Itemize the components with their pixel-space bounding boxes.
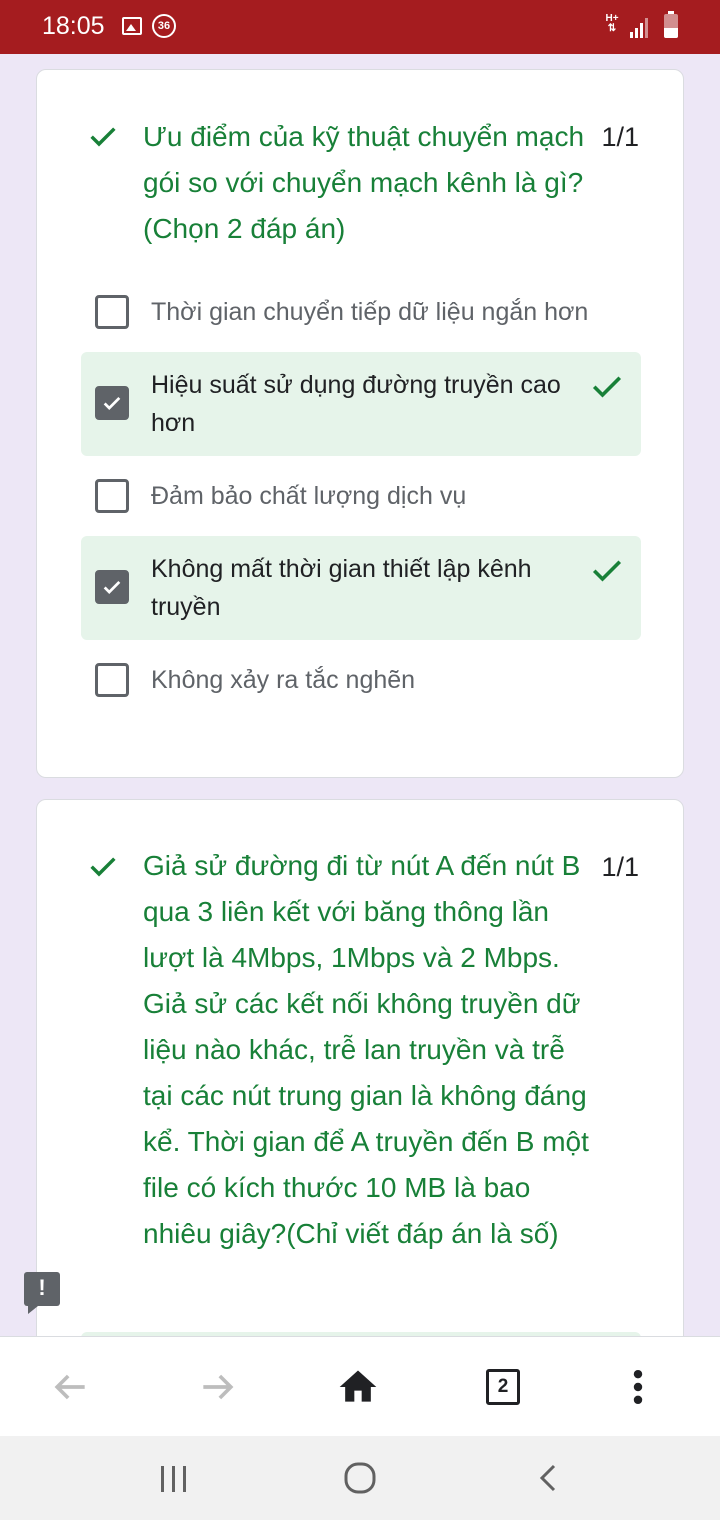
system-navigation-bar [0,1436,720,1520]
signal-icon [630,16,650,38]
home-circle-icon[interactable] [342,1460,378,1496]
answer-option-correct[interactable]: Không mất thời gian thiết lập kênh truyề… [81,536,641,640]
question-title: Ưu điểm của kỹ thuật chuyển mạch gói so … [143,121,585,244]
check-icon [90,127,116,147]
browser-toolbar: 2 [0,1336,720,1436]
checkbox[interactable] [95,663,129,697]
option-label: Đảm bảo chất lượng dịch vụ [151,482,467,510]
checkmark-icon [103,580,121,594]
question-card-1: Ưu điểm của kỹ thuật chuyển mạch gói so … [36,69,684,778]
recent-apps-icon[interactable] [156,1464,192,1494]
check-icon [90,857,116,877]
answer-option[interactable]: Không xảy ra tắc nghẽn [81,658,641,702]
checkbox[interactable] [95,479,129,513]
system-back-icon[interactable] [534,1462,564,1494]
question-score: 1/1 [601,122,639,152]
question-score: 1/1 [601,852,639,882]
checkmark-icon [103,396,121,410]
checkbox-checked[interactable] [95,386,129,420]
home-icon[interactable] [336,1365,380,1409]
correct-check-icon [592,560,622,582]
notification-count-icon: 36 [152,14,176,38]
more-vert-icon[interactable] [616,1365,660,1409]
checkbox-checked[interactable] [95,570,129,604]
network-h-plus-icon: H+ ⇅ [605,13,619,34]
correct-check-icon [592,376,622,398]
question-title: Giả sử đường đi từ nút A đến nút B qua 3… [143,850,589,1249]
report-feedback-button[interactable]: ! [24,1272,60,1314]
status-bar: 18:05 36 H+ ⇅ [0,0,720,54]
forward-arrow-icon[interactable] [196,1365,240,1409]
answer-option-correct[interactable]: Hiệu suất sử dụng đường truyền cao hơn [81,352,641,456]
back-arrow-icon[interactable] [48,1365,92,1409]
option-label: Thời gian chuyển tiếp dữ liệu ngắn hơn [151,298,589,326]
answer-option[interactable]: Đảm bảo chất lượng dịch vụ [81,474,641,518]
checkbox[interactable] [95,295,129,329]
option-label: Không xảy ra tắc nghẽn [151,666,416,694]
option-label: Không mất thời gian thiết lập kênh truyề… [151,555,532,621]
option-label: Hiệu suất sử dụng đường truyền cao hơn [151,371,561,437]
question-card-2: Giả sử đường đi từ nút A đến nút B qua 3… [36,799,684,1419]
status-time: 18:05 [42,12,105,40]
answer-option[interactable]: Thời gian chuyển tiếp dữ liệu ngắn hơn [81,290,641,334]
tab-switcher-icon[interactable]: 2 [486,1369,520,1405]
gallery-icon [122,17,142,35]
battery-icon [664,11,678,38]
